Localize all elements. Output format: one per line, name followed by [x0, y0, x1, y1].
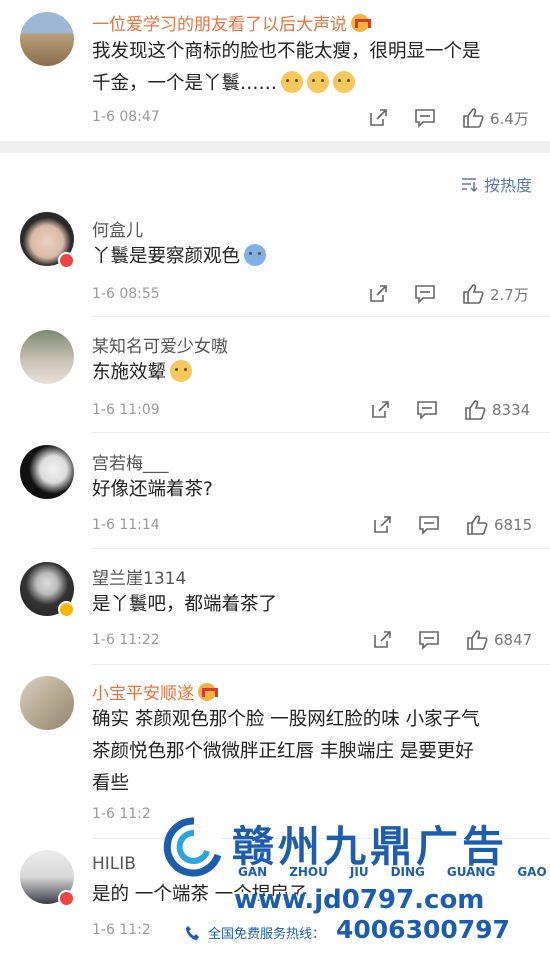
crown-icon	[351, 14, 371, 32]
sort-by-hot-button[interactable]: 按热度	[460, 172, 532, 196]
comment-icon[interactable]	[418, 515, 440, 535]
divider	[92, 432, 550, 433]
comment-actions: 8334	[370, 398, 530, 422]
comment-avatar[interactable]	[20, 445, 74, 499]
comment-icon[interactable]	[416, 400, 438, 420]
share-icon[interactable]	[370, 400, 390, 420]
brand-logo-icon	[163, 817, 222, 877]
comment-avatar[interactable]	[20, 676, 74, 730]
divider	[92, 548, 550, 549]
comment-text: 确实 茶颜观色那个脸 一股网红脸的味 小家子气 茶颜悦色那个微微胖正红唇 丰腴端…	[92, 709, 480, 794]
laughing-emoji-icon	[244, 244, 267, 266]
like-icon	[463, 108, 484, 128]
comment-time: 1-6 11:09	[92, 402, 160, 418]
doge-emoji-icon	[281, 71, 304, 93]
like-button[interactable]: 6815	[466, 515, 532, 535]
like-icon	[467, 630, 488, 650]
doge-emoji-icon	[307, 71, 330, 93]
doge-emoji-icon	[333, 71, 356, 93]
comment-username[interactable]: 某知名可爱少女嗷	[92, 332, 228, 357]
doge-emoji-icon	[170, 360, 193, 382]
comment-username[interactable]: HILIB	[92, 854, 136, 874]
comment-icon[interactable]	[414, 284, 436, 304]
comment-actions: 6847	[372, 628, 532, 652]
comment-time: 1-6 08:55	[92, 286, 160, 302]
comment-text: 是丫鬟吧，都端着茶了	[92, 594, 278, 615]
comment-actions: 6815	[372, 513, 532, 537]
comment-text: 好像还端着茶?	[92, 479, 213, 500]
watermark-pinyin: GAN ZHOU JIU DING GUANG GAO	[238, 865, 547, 879]
comment-time: 1-6 11:22	[92, 632, 160, 648]
comment-time: 1-6 11:2	[92, 806, 151, 822]
share-icon[interactable]	[368, 284, 388, 304]
post-actions: 6.4万	[368, 106, 529, 130]
comment-actions: 2.7万	[368, 282, 529, 306]
verified-badge-icon	[58, 252, 75, 269]
section-separator	[0, 141, 550, 153]
comment-username[interactable]: 小宝平安顺遂	[92, 679, 218, 704]
watermark-phone: 4006300797	[336, 915, 510, 944]
like-button[interactable]: 6.4万	[462, 108, 529, 129]
comment-username[interactable]: 宫若梅___	[92, 449, 169, 474]
watermark-url: www.jd0797.com	[234, 885, 485, 915]
comment-text: 东施效颦	[92, 357, 193, 389]
like-button[interactable]: 6847	[466, 630, 532, 650]
comment-avatar[interactable]	[20, 330, 74, 384]
divider	[92, 316, 550, 317]
comment-icon[interactable]	[418, 630, 440, 650]
comment-icon[interactable]	[414, 108, 436, 128]
watermark-hotline: 全国免费服务热线：	[184, 923, 325, 942]
sort-icon	[461, 178, 478, 192]
share-icon[interactable]	[372, 515, 392, 535]
comment-text: 丫鬟是要察颜观色	[92, 241, 267, 273]
comment-time: 1-6 11:14	[92, 517, 160, 533]
post-username[interactable]: 一位爱学习的朋友看了以后大声说	[92, 10, 371, 35]
like-icon	[467, 515, 488, 535]
comment-username[interactable]: 何盒儿	[92, 216, 143, 241]
crown-icon	[198, 683, 218, 701]
post-block: 一位爱学习的朋友看了以后大声说 我发现这个商标的脸也不能太瘦，很明显一个是 千金…	[0, 0, 550, 140]
like-button[interactable]: 8334	[464, 400, 530, 420]
like-icon	[465, 400, 486, 420]
share-icon[interactable]	[368, 108, 388, 128]
like-button[interactable]: 2.7万	[462, 284, 529, 305]
post-text: 我发现这个商标的脸也不能太瘦，很明显一个是 千金，一个是丫鬟……	[92, 41, 481, 94]
verified-badge-icon	[58, 601, 75, 618]
comment-time: 1-6 11:2	[92, 922, 151, 938]
share-icon[interactable]	[372, 630, 392, 650]
like-icon	[463, 284, 484, 304]
phone-icon	[186, 925, 199, 940]
comment-username[interactable]: 望兰崖1314	[92, 564, 186, 589]
watermark: 赣州九鼎广告 GAN ZHOU JIU DING GUANG GAO www.j…	[160, 805, 550, 957]
verified-badge-icon	[58, 890, 75, 907]
post-avatar[interactable]	[20, 12, 74, 66]
divider	[92, 664, 550, 665]
post-time: 1-6 08:47	[92, 109, 160, 125]
